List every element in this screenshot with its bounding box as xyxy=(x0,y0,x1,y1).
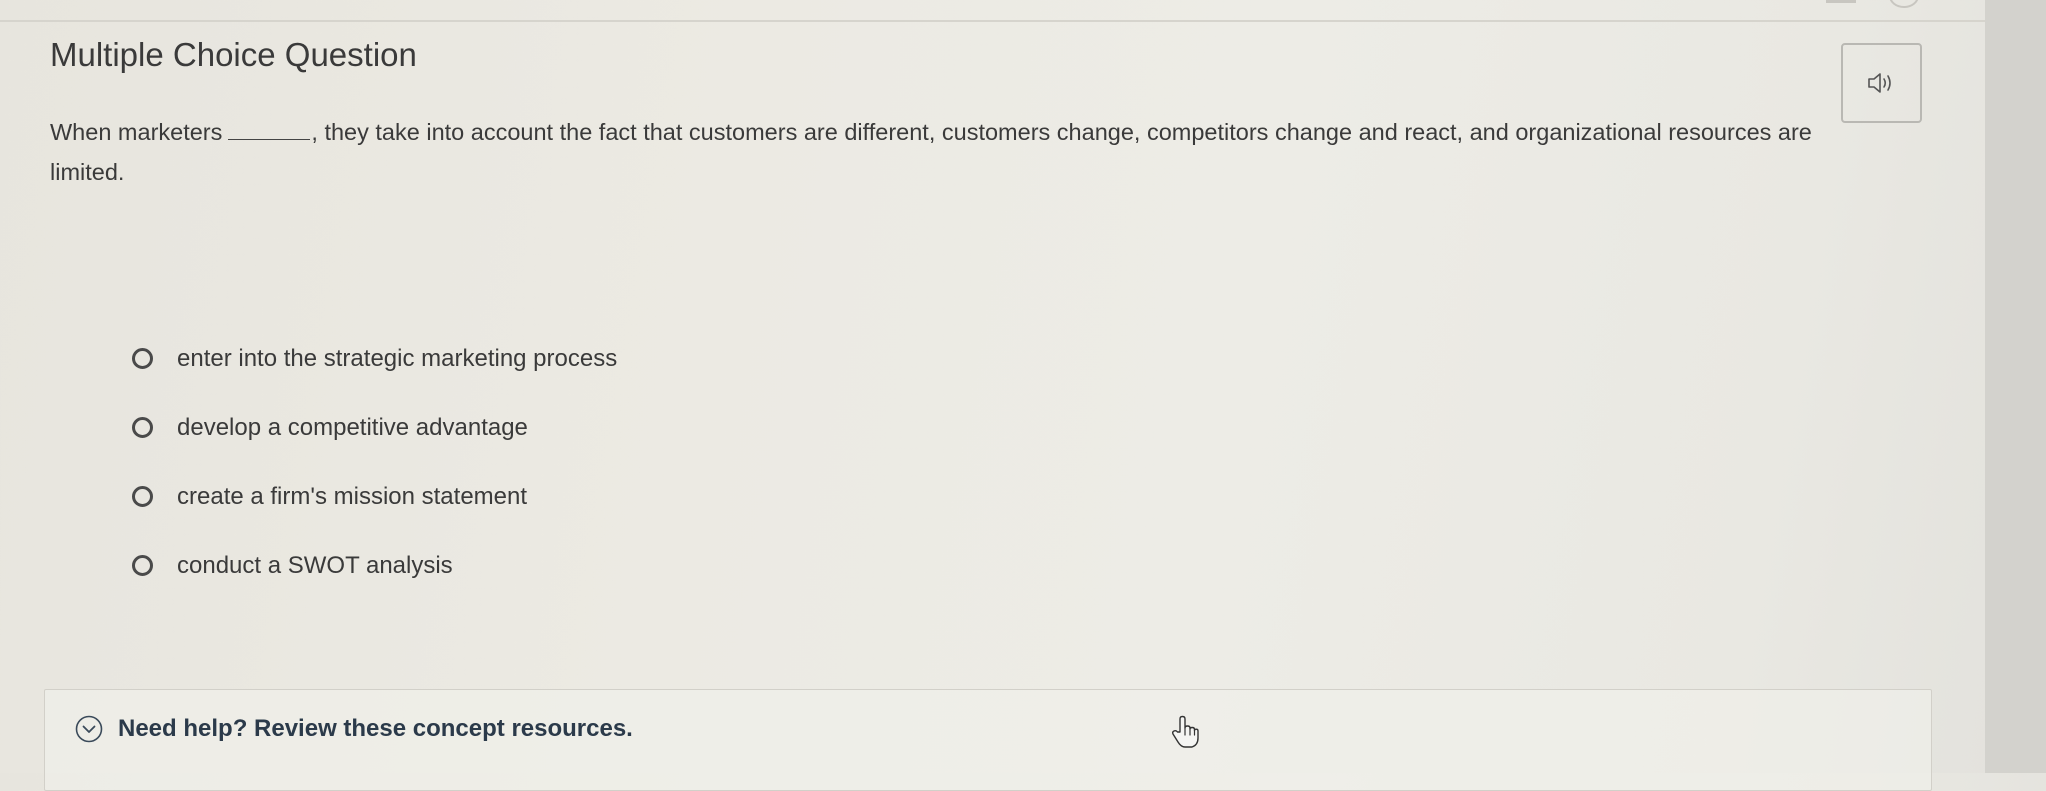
top-divider xyxy=(0,20,1985,22)
speaker-icon xyxy=(1867,73,1891,93)
choice-option[interactable]: develop a competitive advantage xyxy=(130,393,617,462)
read-aloud-button[interactable] xyxy=(1841,43,1922,123)
right-side-panel xyxy=(1985,0,2046,773)
question-heading: Multiple Choice Question xyxy=(50,36,417,73)
help-label: Need help? Review these concept resource… xyxy=(118,715,633,742)
choice-label: develop a competitive advantage xyxy=(177,413,528,441)
radio-button[interactable] xyxy=(132,417,153,438)
hand-pointer-icon xyxy=(1171,715,1199,748)
choice-option[interactable]: conduct a SWOT analysis xyxy=(130,531,617,600)
prompt-text-start: When marketers xyxy=(50,119,223,145)
radio-button[interactable] xyxy=(132,348,153,369)
answer-blank xyxy=(228,119,311,140)
choice-label: create a firm's mission statement xyxy=(177,482,528,510)
choice-label: enter into the strategic marketing proce… xyxy=(177,344,618,372)
radio-button[interactable] xyxy=(132,486,153,507)
choice-option[interactable]: create a firm's mission statement xyxy=(130,462,617,531)
prompt-text-end: , they take into account the fact that c… xyxy=(50,119,1812,185)
help-resources-toggle[interactable]: Need help? Review these concept resource… xyxy=(74,714,633,744)
chevron-down-circle-icon xyxy=(75,715,103,743)
question-prompt: When marketers, they take into account t… xyxy=(50,112,1860,192)
top-control-fragment xyxy=(1889,0,1919,8)
choice-label: conduct a SWOT analysis xyxy=(177,551,453,579)
radio-button[interactable] xyxy=(132,555,153,576)
answer-choices: enter into the strategic marketing proce… xyxy=(130,324,617,600)
choice-option[interactable]: enter into the strategic marketing proce… xyxy=(130,324,617,393)
top-toolbar-fragment xyxy=(1826,0,1856,3)
